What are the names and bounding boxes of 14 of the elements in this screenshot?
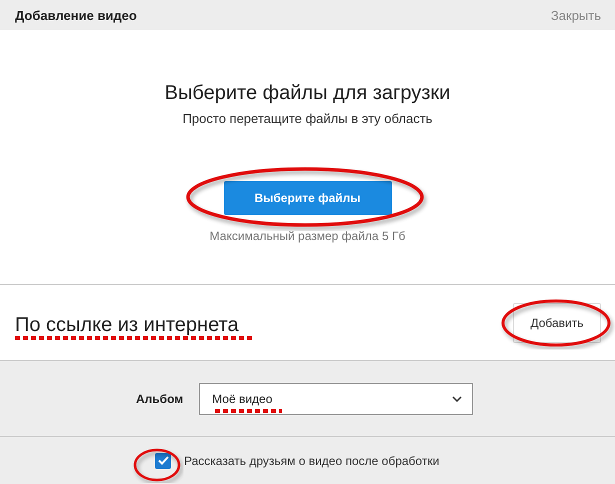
- upload-hint: Просто перетащите файлы в эту область: [182, 111, 432, 126]
- share-label: Рассказать друзьям о видео после обработки: [184, 454, 440, 468]
- add-button[interactable]: Добавить: [513, 302, 601, 342]
- chevron-down-icon: [452, 396, 462, 402]
- highlight-ellipse: [134, 448, 180, 482]
- upload-title: Выберите файлы для загрузки: [164, 82, 450, 105]
- window-title: Добавление видео: [15, 8, 137, 22]
- album-dropdown[interactable]: Моё видео: [199, 382, 474, 414]
- share-checkbox[interactable]: [155, 452, 171, 468]
- album-label: Альбом: [136, 392, 184, 406]
- section-title: По ссылке из интернета: [15, 314, 239, 336]
- dotted-underline: [215, 409, 282, 413]
- choose-files-button[interactable]: Выберите файлы: [224, 181, 392, 215]
- size-limit-text: Максимальный размер файла 5 Гб: [210, 229, 406, 243]
